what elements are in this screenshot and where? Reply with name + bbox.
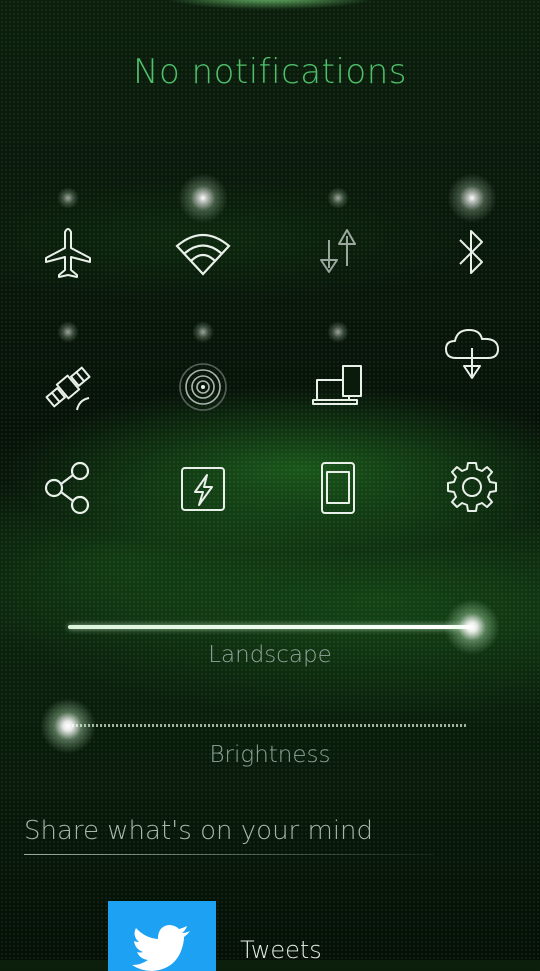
toggle-indicator	[327, 321, 349, 343]
mobile-data-arrows-icon	[320, 229, 356, 273]
orientation-label: Landscape	[208, 642, 332, 668]
toggle-mobile-data[interactable]	[278, 187, 398, 308]
battery-flash-icon	[181, 467, 225, 511]
settings-button[interactable]	[412, 455, 532, 565]
share-button[interactable]	[8, 455, 128, 565]
phone-portrait-icon	[321, 462, 355, 514]
notifications-status: No notifications	[133, 52, 407, 92]
toggle-sync[interactable]	[278, 321, 398, 442]
top-glow	[160, 0, 380, 10]
wifi-icon	[175, 233, 231, 276]
toggle-indicator	[447, 173, 497, 223]
settings-gear-icon	[447, 462, 497, 512]
toggle-indicator	[327, 187, 349, 209]
cloud-download-icon	[445, 329, 499, 379]
twitter-feed-tile[interactable]	[108, 901, 216, 971]
toggle-indicator	[57, 187, 79, 209]
toggle-cloud-download[interactable]	[412, 322, 532, 432]
brightness-label: Brightness	[209, 742, 331, 768]
toggle-indicator	[192, 321, 214, 343]
toggle-location[interactable]	[8, 321, 128, 442]
nfc-rings-icon	[179, 363, 227, 411]
toggle-bluetooth[interactable]	[412, 173, 532, 308]
power-save-button[interactable]	[143, 455, 263, 565]
toggle-nfc[interactable]	[143, 321, 263, 442]
slider-track	[68, 625, 472, 629]
satellite-icon	[45, 366, 91, 411]
airplane-icon	[45, 228, 91, 278]
input-underline	[24, 854, 434, 855]
toggle-indicator	[178, 173, 228, 223]
toggle-flight-mode[interactable]	[8, 187, 128, 308]
share-status-input[interactable]	[24, 806, 434, 856]
devices-icon	[312, 365, 362, 405]
slider-track	[68, 724, 468, 727]
orientation-button[interactable]	[278, 455, 398, 565]
twitter-bird-icon	[132, 925, 190, 971]
toggle-wlan[interactable]	[143, 173, 263, 308]
bluetooth-icon	[459, 230, 483, 274]
toggle-indicator	[57, 321, 79, 343]
share-icon	[44, 461, 90, 515]
